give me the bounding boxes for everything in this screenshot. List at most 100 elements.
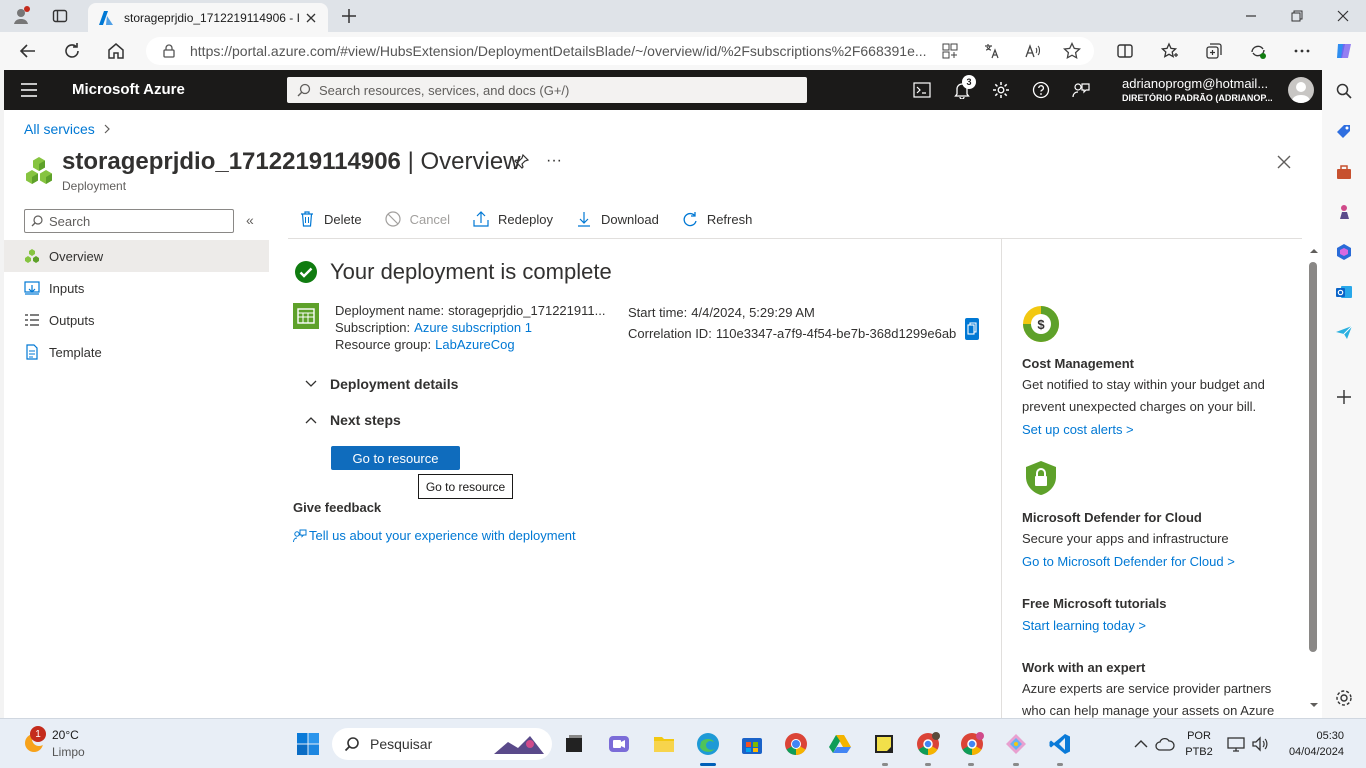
user-email: adrianoprogm@hotmail... <box>1122 76 1269 91</box>
favorites-icon[interactable] <box>1159 40 1181 62</box>
scrollbar-thumb[interactable] <box>1309 262 1317 652</box>
copilot-icon[interactable] <box>1333 40 1355 62</box>
copy-icon[interactable] <box>965 318 979 340</box>
tray-chevron-up-icon[interactable] <box>1128 731 1154 757</box>
window-close-icon[interactable] <box>1320 0 1366 32</box>
performance-icon[interactable] <box>1247 40 1269 62</box>
url-field[interactable]: https://portal.azure.com/#view/HubsExten… <box>146 37 1094 65</box>
download-button[interactable]: Download <box>575 210 659 228</box>
taskbar-search-input[interactable]: Pesquisar <box>332 728 552 760</box>
scroll-up-icon[interactable] <box>1309 246 1319 256</box>
close-blade-icon[interactable] <box>1276 154 1294 172</box>
windows-start-icon[interactable] <box>295 731 321 757</box>
sidebar-item-overview[interactable]: Overview <box>4 240 269 272</box>
google-drive-icon[interactable] <box>827 731 853 757</box>
vscode-icon[interactable] <box>1047 731 1073 757</box>
apps-icon[interactable] <box>941 42 959 60</box>
minimize-icon[interactable] <box>1228 0 1274 32</box>
reload-icon[interactable] <box>61 40 83 62</box>
back-icon[interactable] <box>17 40 39 62</box>
task-view-icon[interactable] <box>561 731 587 757</box>
refresh-button[interactable]: Refresh <box>681 210 752 228</box>
pin-icon[interactable] <box>512 153 530 171</box>
redeploy-button[interactable]: Redeploy <box>472 210 553 228</box>
sidebar-item-inputs[interactable]: Inputs <box>4 272 269 304</box>
tutorials-link[interactable]: Start learning today > <box>1022 618 1146 633</box>
delete-button[interactable]: Delete <box>298 210 362 228</box>
microsoft-store-icon[interactable] <box>739 731 765 757</box>
sticky-notes-icon[interactable] <box>871 731 897 757</box>
feedback-person-icon <box>293 529 307 542</box>
keyboard-lang-1[interactable]: POR <box>1184 730 1214 742</box>
restore-icon[interactable] <box>1274 0 1320 32</box>
browser-tab-active[interactable]: storageprjdio_1712219114906 - I <box>88 3 328 32</box>
feedback-link[interactable]: Tell us about your experience with deplo… <box>293 528 576 543</box>
teams-meet-icon[interactable] <box>606 731 632 757</box>
defender-link[interactable]: Go to Microsoft Defender for Cloud > <box>1022 554 1235 569</box>
onedrive-cloud-icon[interactable] <box>1152 731 1178 757</box>
deployment-name-label: Deployment name: <box>335 303 445 318</box>
cost-management-text: Get notified to stay within your budget … <box>1022 377 1265 414</box>
file-explorer-icon[interactable] <box>651 731 677 757</box>
next-steps-toggle[interactable]: Next steps <box>304 412 401 428</box>
resource-group-link[interactable]: LabAzureCog <box>435 337 515 352</box>
clock-date[interactable]: 04/04/2024 <box>1270 746 1344 758</box>
help-icon[interactable] <box>1030 79 1052 101</box>
outlook-icon[interactable] <box>1333 281 1355 303</box>
read-aloud-icon[interactable] <box>1023 42 1041 60</box>
edge-browser-icon[interactable] <box>695 731 721 757</box>
sidebar-item-template[interactable]: Template <box>4 336 269 368</box>
shopping-icon[interactable] <box>1333 121 1355 143</box>
profile-icon[interactable] <box>10 5 32 27</box>
cost-management-title: Cost Management <box>1022 356 1134 371</box>
menu-search-input[interactable]: Search <box>24 209 234 233</box>
tab-actions-icon[interactable] <box>49 5 71 27</box>
sidebar-settings-icon[interactable] <box>1333 687 1355 709</box>
avatar[interactable] <box>1288 77 1314 103</box>
home-icon[interactable] <box>105 40 127 62</box>
refresh-icon <box>681 210 699 228</box>
settings-more-icon[interactable] <box>1291 40 1313 62</box>
clock-time[interactable]: 05:30 <box>1280 730 1344 742</box>
favorite-star-icon[interactable] <box>1063 42 1081 60</box>
feedback-heading: Give feedback <box>293 500 382 515</box>
more-actions-button[interactable]: ··· <box>546 152 562 170</box>
deployment-details-toggle[interactable]: Deployment details <box>304 376 458 392</box>
new-tab-icon[interactable] <box>338 5 360 27</box>
paint-app-icon[interactable] <box>1003 731 1029 757</box>
chrome-profile-1-icon[interactable] <box>915 731 941 757</box>
subscription-link[interactable]: Azure subscription 1 <box>414 320 532 335</box>
cost-alerts-link[interactable]: Set up cost alerts > <box>1022 422 1134 437</box>
keyboard-lang-2[interactable]: PTB2 <box>1184 746 1214 758</box>
azure-brand[interactable]: Microsoft Azure <box>72 81 185 98</box>
scroll-down-icon[interactable] <box>1309 700 1319 710</box>
tab-close-icon[interactable] <box>304 11 318 25</box>
lock-icon[interactable] <box>162 44 176 58</box>
sidebar-item-outputs[interactable]: Outputs <box>4 304 269 336</box>
chrome-profile-2-icon[interactable] <box>959 731 985 757</box>
cancel-button[interactable]: Cancel <box>384 210 450 228</box>
tools-icon[interactable] <box>1333 161 1355 183</box>
cloud-shell-icon[interactable] <box>911 79 933 101</box>
global-search-input[interactable]: Search resources, services, and docs (G+… <box>287 77 807 103</box>
account-info[interactable]: adrianoprogm@hotmail... DIRETÓRIO PADRÃO… <box>1122 76 1282 103</box>
translate-icon[interactable] <box>982 42 1000 60</box>
microsoft-365-icon[interactable] <box>1333 241 1355 263</box>
page-title-resource: storageprjdio_1712219114906 <box>62 148 401 175</box>
feedback-icon[interactable] <box>1070 79 1092 101</box>
collections-icon[interactable] <box>1203 40 1225 62</box>
search-icon[interactable] <box>1333 80 1355 102</box>
games-icon[interactable] <box>1333 201 1355 223</box>
settings-gear-icon[interactable] <box>990 79 1012 101</box>
page-title: storageprjdio_1712219114906 | Overview <box>62 148 521 176</box>
portal-menu-icon[interactable] <box>20 82 38 98</box>
expert-text: Azure experts are service provider partn… <box>1022 681 1275 718</box>
collapse-menu-button[interactable]: « <box>246 212 254 228</box>
network-icon[interactable] <box>1223 731 1249 757</box>
split-screen-icon[interactable] <box>1114 40 1136 62</box>
go-to-resource-button[interactable]: Go to resource <box>331 446 460 470</box>
add-icon[interactable] <box>1333 386 1355 408</box>
breadcrumb-all-services[interactable]: All services <box>24 121 95 137</box>
drop-icon[interactable] <box>1333 321 1355 343</box>
chrome-icon[interactable] <box>783 731 809 757</box>
